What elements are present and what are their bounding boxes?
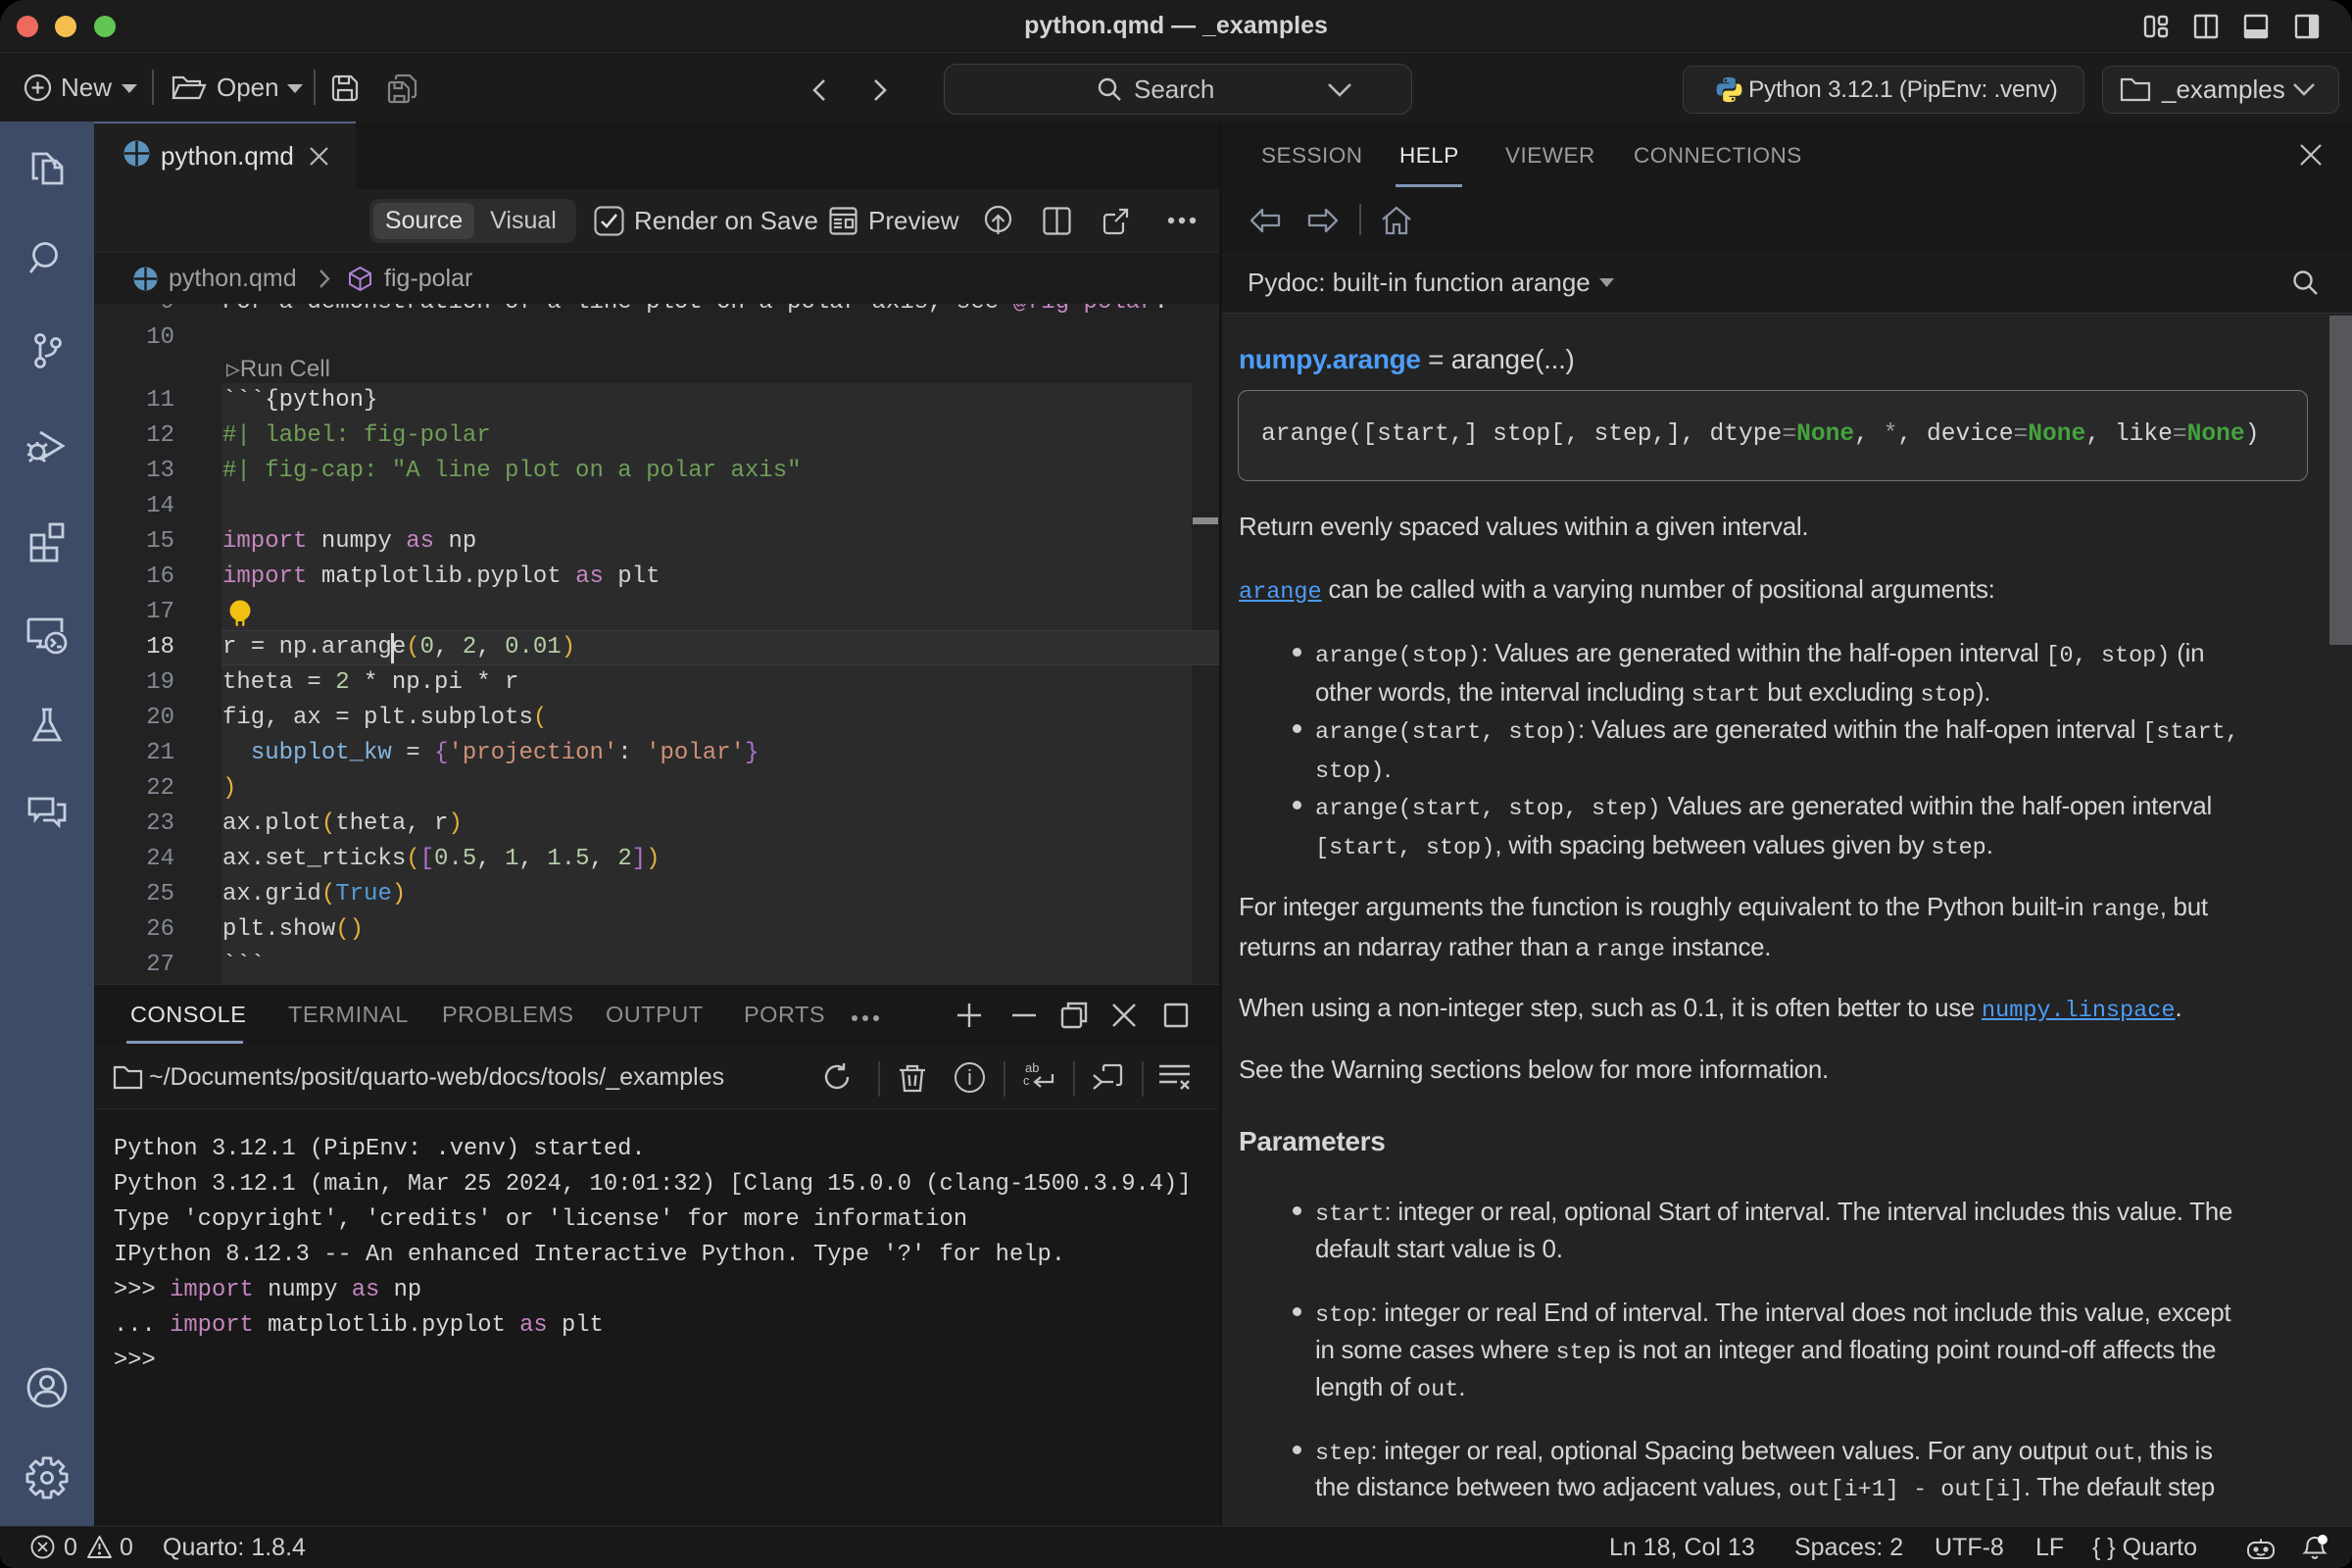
svg-text:c: c	[1023, 1073, 1030, 1088]
